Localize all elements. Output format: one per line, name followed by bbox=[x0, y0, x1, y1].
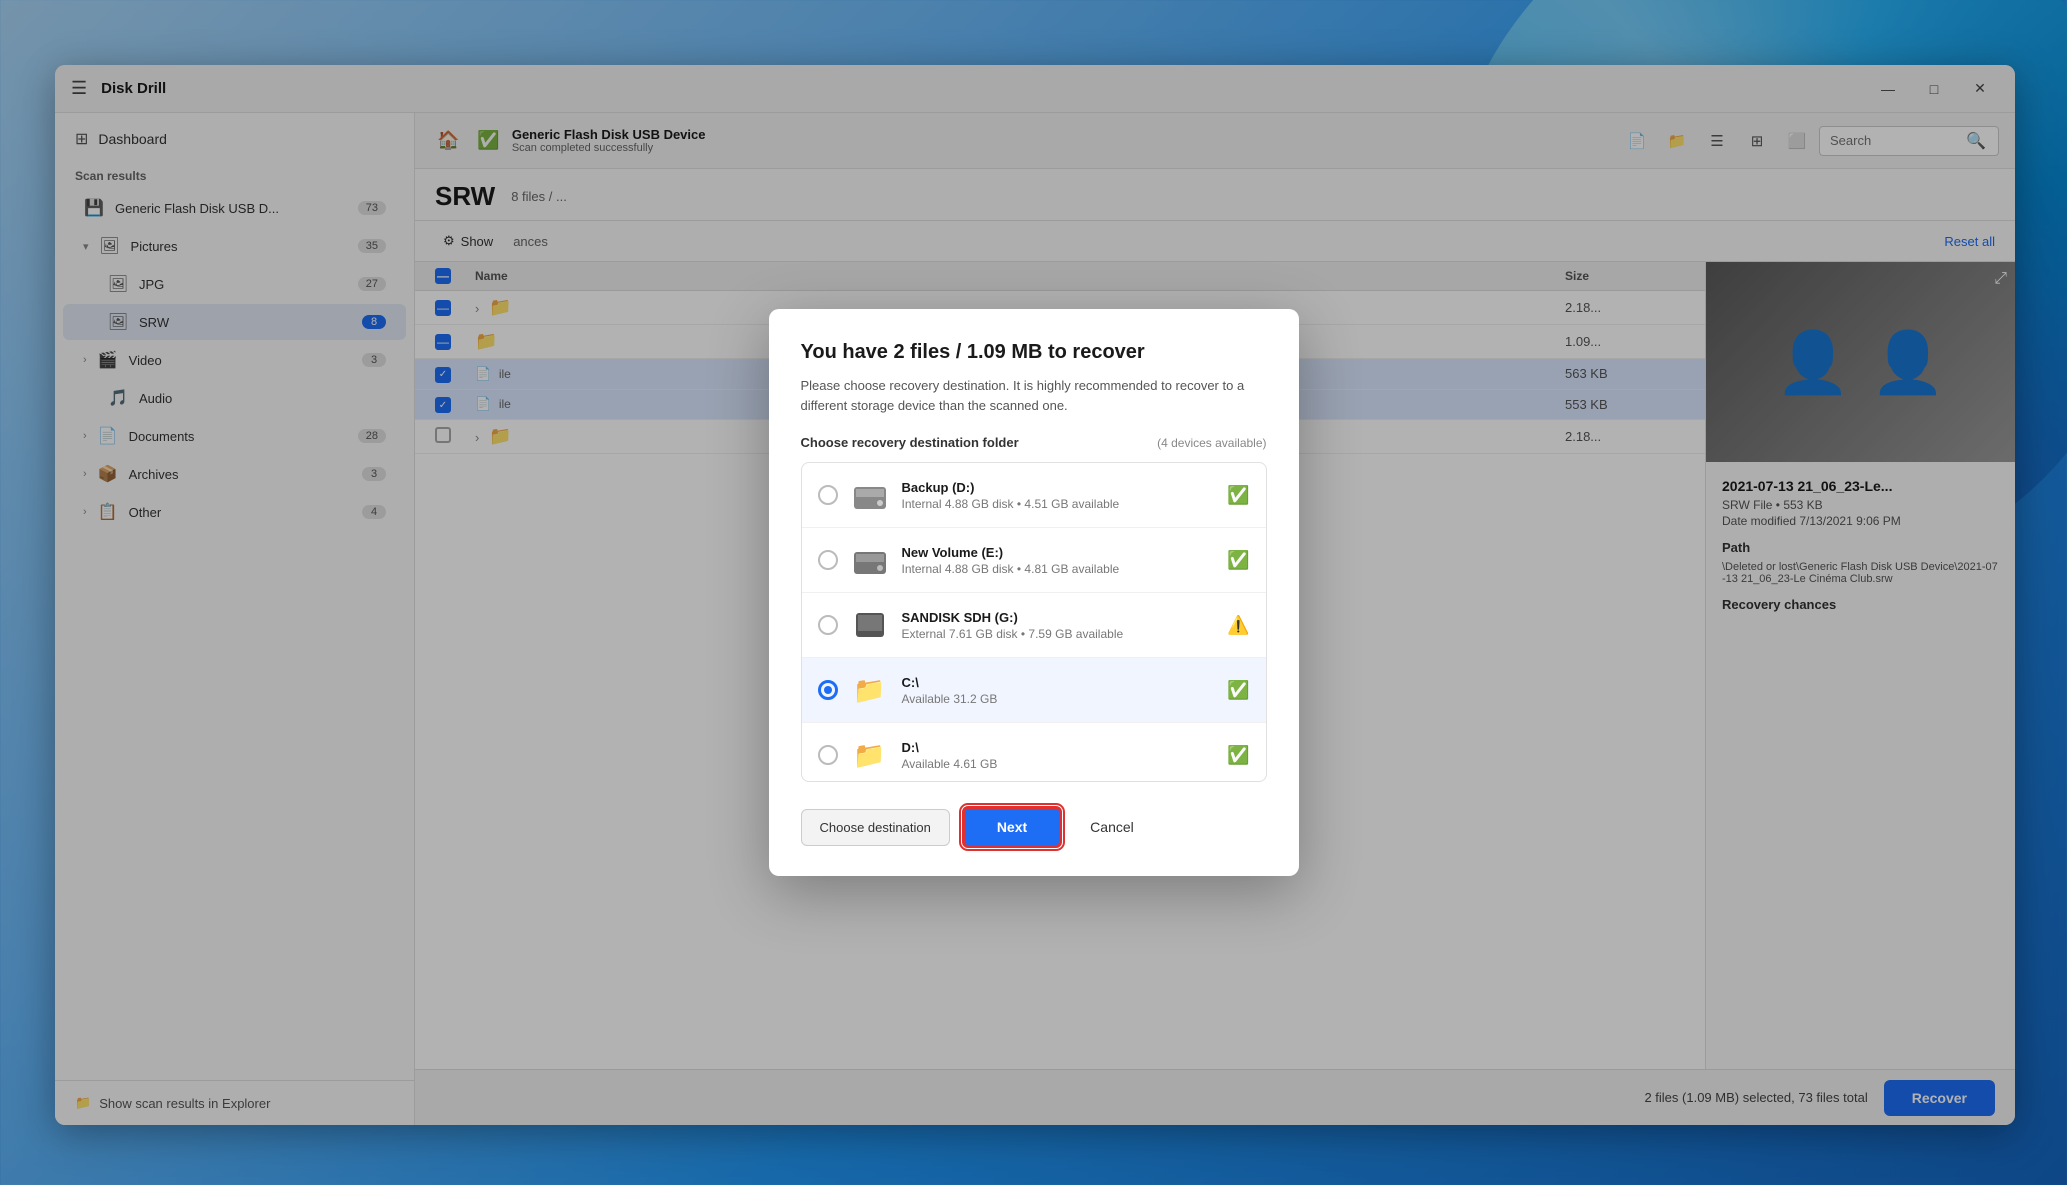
c-drive-status-icon: ✅ bbox=[1227, 680, 1249, 701]
radio-c-drive[interactable] bbox=[818, 680, 838, 700]
modal-overlay: You have 2 files / 1.09 MB to recover Pl… bbox=[0, 0, 2067, 1185]
new-volume-desc: Internal 4.88 GB disk • 4.81 GB availabl… bbox=[902, 562, 1214, 576]
new-volume-drive-icon bbox=[852, 542, 888, 578]
sandisk-info: SANDISK SDH (G:) External 7.61 GB disk •… bbox=[902, 610, 1214, 641]
backup-desc: Internal 4.88 GB disk • 4.51 GB availabl… bbox=[902, 497, 1214, 511]
cancel-button[interactable]: Cancel bbox=[1074, 809, 1150, 845]
d-drive-folder-icon: 📁 bbox=[852, 737, 888, 773]
radio-sandisk[interactable] bbox=[818, 615, 838, 635]
new-volume-name: New Volume (E:) bbox=[902, 545, 1214, 560]
sandisk-name: SANDISK SDH (G:) bbox=[902, 610, 1214, 625]
sandisk-drive-icon bbox=[852, 607, 888, 643]
sandisk-status-icon: ⚠️ bbox=[1227, 615, 1249, 636]
recovery-modal: You have 2 files / 1.09 MB to recover Pl… bbox=[769, 309, 1299, 876]
device-list: Backup (D:) Internal 4.88 GB disk • 4.51… bbox=[801, 462, 1267, 782]
backup-drive-icon bbox=[852, 477, 888, 513]
d-drive-name: D:\ bbox=[902, 740, 1214, 755]
devices-count: (4 devices available) bbox=[1157, 436, 1266, 450]
choose-destination-button[interactable]: Choose destination bbox=[801, 809, 950, 846]
new-volume-info: New Volume (E:) Internal 4.88 GB disk • … bbox=[902, 545, 1214, 576]
new-volume-status-icon: ✅ bbox=[1227, 550, 1249, 571]
radio-backup[interactable] bbox=[818, 485, 838, 505]
radio-d-drive[interactable] bbox=[818, 745, 838, 765]
device-item-sandisk[interactable]: SANDISK SDH (G:) External 7.61 GB disk •… bbox=[802, 593, 1266, 658]
backup-info: Backup (D:) Internal 4.88 GB disk • 4.51… bbox=[902, 480, 1214, 511]
d-drive-status-icon: ✅ bbox=[1227, 745, 1249, 766]
d-drive-desc: Available 4.61 GB bbox=[902, 757, 1214, 771]
next-button[interactable]: Next bbox=[962, 806, 1062, 848]
d-drive-info: D:\ Available 4.61 GB bbox=[902, 740, 1214, 771]
backup-name: Backup (D:) bbox=[902, 480, 1214, 495]
c-drive-name: C:\ bbox=[902, 675, 1214, 690]
device-item-new-volume[interactable]: New Volume (E:) Internal 4.88 GB disk • … bbox=[802, 528, 1266, 593]
c-drive-desc: Available 31.2 GB bbox=[902, 692, 1214, 706]
modal-subtitle: Choose recovery destination folder (4 de… bbox=[801, 435, 1267, 450]
sandisk-desc: External 7.61 GB disk • 7.59 GB availabl… bbox=[902, 627, 1214, 641]
c-drive-folder-icon: 📁 bbox=[852, 672, 888, 708]
device-item-c-drive[interactable]: 📁 C:\ Available 31.2 GB ✅ bbox=[802, 658, 1266, 723]
radio-new-volume[interactable] bbox=[818, 550, 838, 570]
modal-buttons: Choose destination Next Cancel bbox=[801, 806, 1267, 848]
device-item-backup[interactable]: Backup (D:) Internal 4.88 GB disk • 4.51… bbox=[802, 463, 1266, 528]
modal-description: Please choose recovery destination. It i… bbox=[801, 376, 1267, 415]
c-drive-info: C:\ Available 31.2 GB bbox=[902, 675, 1214, 706]
device-item-d-drive[interactable]: 📁 D:\ Available 4.61 GB ✅ bbox=[802, 723, 1266, 782]
modal-title: You have 2 files / 1.09 MB to recover bbox=[801, 341, 1267, 364]
backup-status-icon: ✅ bbox=[1227, 485, 1249, 506]
choose-folder-label: Choose recovery destination folder bbox=[801, 435, 1019, 450]
